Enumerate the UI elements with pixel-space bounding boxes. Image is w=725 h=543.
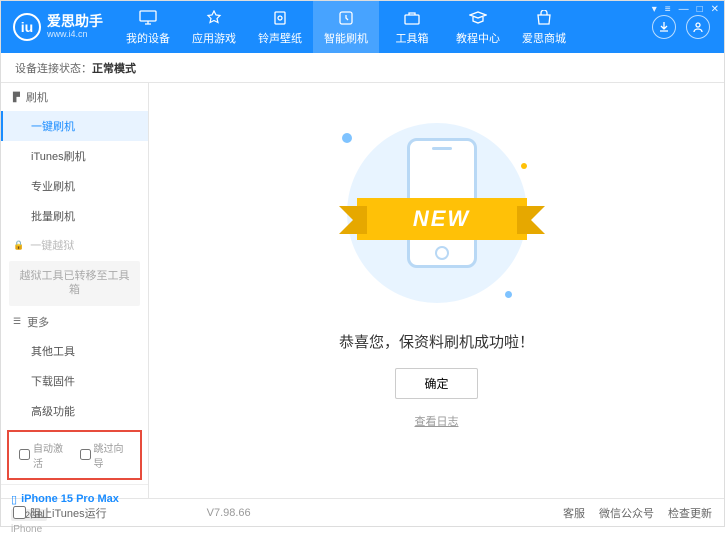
nav-smart-flash[interactable]: 智能刷机	[313, 1, 379, 53]
new-ribbon: NEW	[357, 198, 527, 240]
options-highlight-box: 自动激活 跳过向导	[7, 430, 142, 480]
maximize-icon[interactable]: □	[697, 4, 703, 15]
minimize-icon[interactable]: —	[679, 4, 689, 15]
apps-icon	[204, 9, 224, 27]
app-title: 爱思助手	[47, 14, 103, 29]
success-illustration: NEW	[337, 113, 537, 313]
close-icon[interactable]: ✕	[711, 4, 719, 15]
device-name[interactable]: iPhone 15 Pro Max	[21, 493, 119, 505]
theme-icon[interactable]: ▾	[652, 4, 657, 15]
logo-icon: iu	[13, 13, 41, 41]
device-icon	[138, 9, 158, 27]
view-log-link[interactable]: 查看日志	[415, 413, 459, 429]
nav-toolbox[interactable]: 工具箱	[379, 1, 445, 53]
sidebar-item-pro-flash[interactable]: 专业刷机	[1, 171, 148, 201]
menu-icon[interactable]: ≡	[665, 4, 671, 15]
sidebar-item-oneclick-flash[interactable]: 一键刷机	[1, 111, 148, 141]
flash-icon	[336, 9, 356, 27]
sidebar-item-advanced[interactable]: 高级功能	[1, 396, 148, 426]
store-icon	[534, 9, 554, 27]
chevron-down-icon: ☰	[13, 316, 21, 327]
lock-icon: 🔒	[13, 240, 24, 251]
version-label: V7.98.66	[207, 507, 251, 519]
footer-support[interactable]: 客服	[563, 505, 585, 521]
status-bar: 设备连接状态： 正常模式	[1, 53, 724, 83]
sidebar-jailbreak-note: 越狱工具已转移至工具箱	[9, 261, 140, 306]
tutorial-icon	[468, 9, 488, 27]
checkbox-block-itunes[interactable]: 阻止iTunes运行	[13, 505, 107, 521]
status-label: 设备连接状态：	[15, 60, 92, 76]
download-button[interactable]	[652, 15, 676, 39]
sidebar-flash-header[interactable]: ▛刷机	[1, 83, 148, 111]
device-type: iPhone	[11, 524, 138, 535]
sidebar-item-batch-flash[interactable]: 批量刷机	[1, 201, 148, 231]
sidebar-item-other-tools[interactable]: 其他工具	[1, 336, 148, 366]
nav-my-device[interactable]: 我的设备	[115, 1, 181, 53]
nav-ringtones[interactable]: 铃声壁纸	[247, 1, 313, 53]
sidebar-more-header[interactable]: ☰更多	[1, 308, 148, 336]
ok-button[interactable]: 确定	[395, 368, 477, 399]
nav-store[interactable]: 爱思商城	[511, 1, 577, 53]
sidebar-item-download-firmware[interactable]: 下载固件	[1, 366, 148, 396]
checkbox-auto-activate[interactable]: 自动激活	[19, 440, 70, 470]
nav-apps-games[interactable]: 应用游戏	[181, 1, 247, 53]
nav-tutorials[interactable]: 教程中心	[445, 1, 511, 53]
sidebar-jailbreak-header[interactable]: 🔒一键越狱	[1, 231, 148, 259]
app-logo: iu 爱思助手 www.i4.cn	[1, 13, 115, 41]
sidebar-item-itunes-flash[interactable]: iTunes刷机	[1, 141, 148, 171]
footer-wechat[interactable]: 微信公众号	[599, 505, 654, 521]
ringtone-icon	[270, 9, 290, 27]
success-message: 恭喜您，保资料刷机成功啦！	[339, 331, 534, 352]
user-button[interactable]	[686, 15, 710, 39]
checkbox-skip-setup[interactable]: 跳过向导	[80, 440, 131, 470]
chevron-down-icon: ▛	[13, 92, 20, 103]
footer-check-update[interactable]: 检查更新	[668, 505, 712, 521]
toolbox-icon	[402, 9, 422, 27]
app-url: www.i4.cn	[47, 30, 103, 40]
status-mode: 正常模式	[92, 60, 136, 76]
